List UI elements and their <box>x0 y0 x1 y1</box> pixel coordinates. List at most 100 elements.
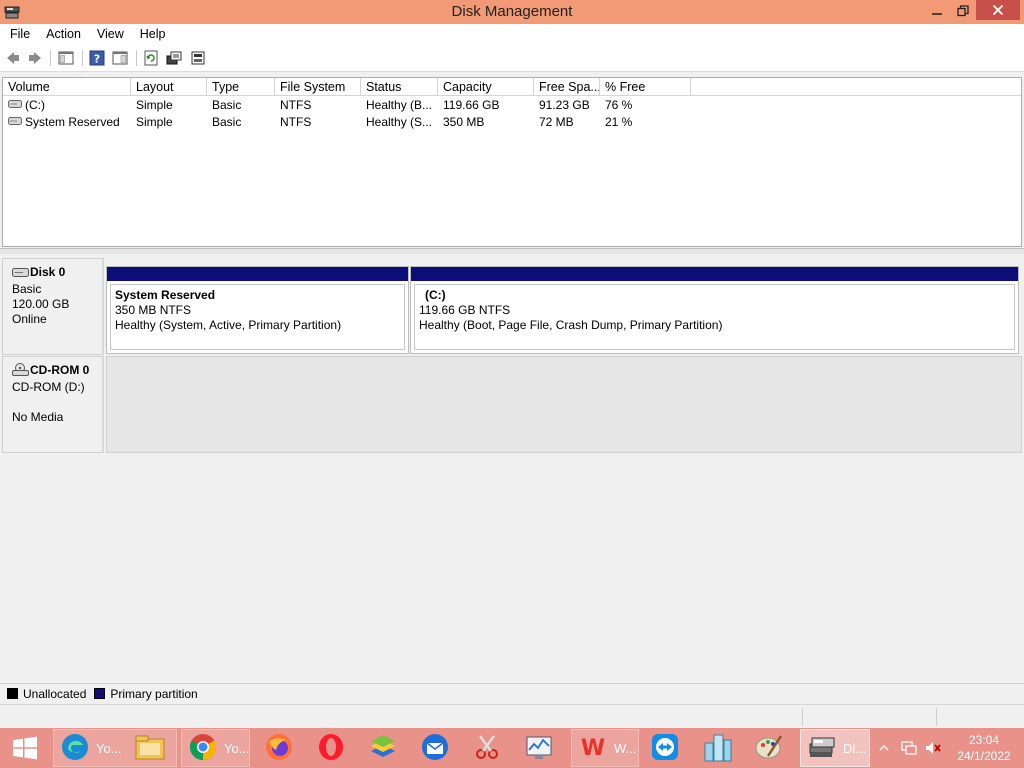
back-icon[interactable] <box>4 49 22 67</box>
teamviewer-icon <box>650 732 680 765</box>
taskbar-app-snipping-tool[interactable] <box>466 729 512 767</box>
cdrom-name: CD-ROM 0 <box>30 363 90 377</box>
volume-cell: (C:) <box>3 97 131 114</box>
taskbar-app-opera[interactable] <box>310 729 356 767</box>
taskbar-app-label: Yo... <box>96 740 122 756</box>
rescan-disks-icon[interactable] <box>165 49 183 67</box>
clock-date: 24/1/2022 <box>957 749 1011 763</box>
unallocated-swatch <box>7 688 18 699</box>
taskbar-app-label: Di... <box>843 740 867 756</box>
free-space-cell: 91.23 GB <box>539 98 590 112</box>
menu-help[interactable]: Help <box>132 27 174 41</box>
cdrom-drive: CD-ROM (D:) <box>12 380 85 394</box>
primary-partition-bar <box>411 267 1018 281</box>
layout-cell: Simple <box>136 115 173 129</box>
percent-free-cell: 21 % <box>605 115 633 129</box>
taskbar-app-bluestacks[interactable] <box>362 729 408 767</box>
table-row[interactable]: (C:) Simple Basic NTFS Healthy (B... 119… <box>3 97 1021 114</box>
volume-cell: System Reserved <box>3 114 131 131</box>
taskbar-app-disk-management[interactable]: Di... <box>800 729 870 767</box>
taskbar-app-file-explorer[interactable] <box>130 729 172 767</box>
start-button[interactable] <box>4 729 44 767</box>
layout-cell: Simple <box>136 98 173 112</box>
edge-icon <box>60 732 90 765</box>
taskbar-app-paint[interactable] <box>748 729 794 767</box>
show-hidden-icons-icon[interactable] <box>876 728 892 768</box>
taskbar-app-performance-monitor[interactable] <box>518 729 564 767</box>
performance-monitor-icon <box>524 732 554 765</box>
status-pane <box>936 708 937 726</box>
cd-drive-icon <box>12 363 29 380</box>
taskbar-clock[interactable]: 23:04 24/1/2022 <box>948 732 1020 764</box>
bluestacks-icon <box>368 732 398 765</box>
toolbar-separator <box>136 50 137 66</box>
taskbar-app-thunderbird[interactable] <box>414 729 460 767</box>
taskbar-app-chrome[interactable]: Yo... <box>181 729 250 767</box>
console-tree-icon[interactable] <box>57 49 75 67</box>
svg-text:W: W <box>581 736 605 761</box>
title-bar: Disk Management <box>0 0 1024 24</box>
snipping-tool-icon <box>472 732 502 765</box>
type-cell: Basic <box>212 115 242 129</box>
column-header-volume[interactable]: Volume <box>3 78 131 96</box>
cdrom-0-label[interactable]: CD-ROM 0 CD-ROM (D:) No Media <box>2 356 104 453</box>
file-system-cell: NTFS <box>280 98 312 112</box>
disk-size: 120.00 GB <box>12 297 70 311</box>
volume-muted-icon[interactable] <box>922 728 944 768</box>
column-header-layout[interactable]: Layout <box>131 78 207 96</box>
column-header-file-system[interactable]: File System <box>275 78 361 96</box>
refresh-icon[interactable] <box>142 49 160 67</box>
partition-name: (C:) <box>425 288 446 302</box>
restore-button[interactable] <box>950 0 976 22</box>
disk-state: Online <box>12 312 47 326</box>
partition-size-fs: 119.66 GB NTFS <box>419 303 511 317</box>
column-header-free-space[interactable]: Free Spa... <box>534 78 600 96</box>
legend-label: Unallocated <box>23 686 87 701</box>
menu-action[interactable]: Action <box>38 27 89 41</box>
disk-0-label[interactable]: Disk 0 Basic 120.00 GB Online <box>2 258 104 355</box>
status-bar <box>0 704 1024 728</box>
forward-icon[interactable] <box>26 49 44 67</box>
help-icon[interactable]: ? <box>88 49 106 67</box>
column-header-percent-free[interactable]: % Free <box>600 78 691 96</box>
taskbar-app-buildings[interactable] <box>696 729 742 767</box>
taskbar-app-label: W... <box>614 740 637 756</box>
menu-bar: File Action View Help <box>0 24 1024 44</box>
toolbar-separator <box>82 50 83 66</box>
minimize-button[interactable] <box>924 0 950 22</box>
menu-view[interactable]: View <box>89 27 132 41</box>
menu-file[interactable]: File <box>2 27 38 41</box>
status-cell: Healthy (S... <box>366 115 433 129</box>
volume-name: (C:) <box>25 98 45 112</box>
close-button[interactable] <box>976 0 1020 20</box>
column-header-type[interactable]: Type <box>207 78 275 96</box>
partition-system-reserved[interactable]: System Reserved 350 MB NTFS Healthy (Sys… <box>106 266 409 354</box>
disk-graphical-view: Disk 0 Basic 120.00 GB Online System Res… <box>0 254 1024 682</box>
percent-free-cell: 76 % <box>605 98 633 112</box>
cdrom-spacer <box>12 395 102 410</box>
thunderbird-icon <box>420 732 450 765</box>
toolbar-separator <box>50 50 51 66</box>
partition-status: Healthy (Boot, Page File, Crash Dump, Pr… <box>419 318 723 332</box>
disk-properties-icon[interactable] <box>189 49 207 67</box>
disk-row-cdrom[interactable]: CD-ROM 0 CD-ROM (D:) No Media <box>2 356 1022 453</box>
column-header-capacity[interactable]: Capacity <box>438 78 534 96</box>
cdrom-empty-area[interactable] <box>106 356 1022 453</box>
partition-details: System Reserved 350 MB NTFS Healthy (Sys… <box>110 284 405 350</box>
network-icon[interactable] <box>898 728 920 768</box>
drive-icon <box>8 97 22 114</box>
cdrom-media: No Media <box>12 410 64 424</box>
taskbar-app-wps-writer[interactable]: W W... <box>571 729 639 767</box>
opera-icon <box>316 732 346 765</box>
disk-row-0[interactable]: Disk 0 Basic 120.00 GB Online System Res… <box>2 258 1022 355</box>
properties-pane-icon[interactable] <box>111 49 129 67</box>
disk-management-icon <box>807 732 837 765</box>
partition-c-drive[interactable]: (C:) 119.66 GB NTFS Healthy (Boot, Page … <box>410 266 1019 354</box>
taskbar-app-teamviewer[interactable] <box>644 729 690 767</box>
disk-type: Basic <box>12 282 42 296</box>
partition-details: (C:) 119.66 GB NTFS Healthy (Boot, Page … <box>414 284 1015 350</box>
taskbar-app-firefox[interactable] <box>258 729 304 767</box>
column-header-status[interactable]: Status <box>361 78 438 96</box>
partition-status: Healthy (System, Active, Primary Partiti… <box>115 318 342 332</box>
table-row[interactable]: System Reserved Simple Basic NTFS Health… <box>3 114 1021 131</box>
